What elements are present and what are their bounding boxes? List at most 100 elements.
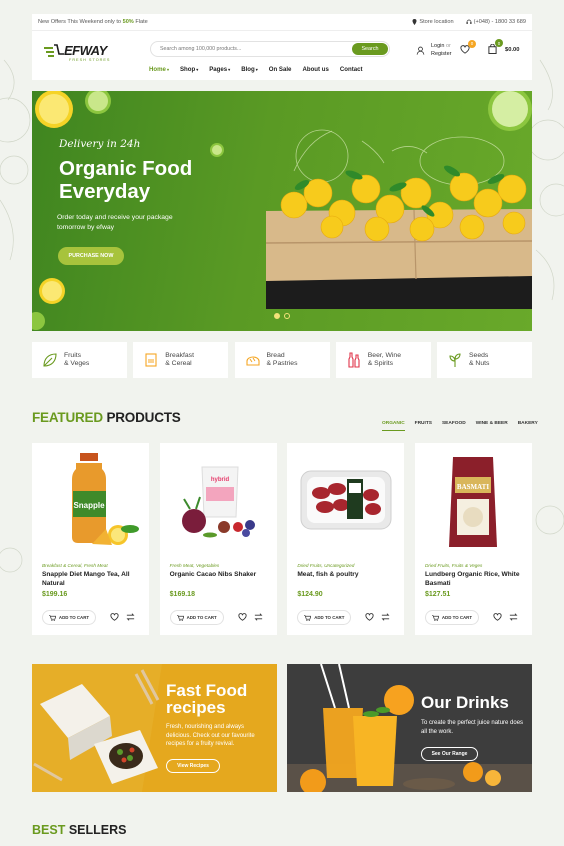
promo-title: Fast Food recipes	[166, 681, 248, 717]
purchase-now-button[interactable]: PURCHASE NOW	[58, 247, 124, 265]
category-bread-pastries[interactable]: Bread & Pastries	[234, 342, 330, 378]
tab-fruits[interactable]: FRUITS	[415, 421, 432, 431]
promo-text: Fresh, nourishing and always delicious. …	[166, 724, 255, 747]
add-to-cart-button[interactable]: ADD TO CART	[169, 610, 224, 625]
promo-title: Our Drinks	[421, 693, 509, 712]
bottles-icon	[348, 352, 360, 368]
cereal-box-icon	[145, 353, 157, 367]
svg-text:hybrid: hybrid	[210, 477, 229, 483]
hero-banner: Delivery in 24h Organic Food Everyday Or…	[32, 91, 532, 331]
product-category[interactable]: Fresh Meat, Vegetables	[170, 563, 220, 568]
hero-title: Organic Food Everyday	[59, 157, 193, 203]
slider-dot[interactable]	[274, 313, 280, 319]
login-link[interactable]: Login	[431, 43, 444, 49]
product-category[interactable]: Dried Fruits, Fruits & Veges	[425, 563, 482, 568]
main-nav: Home▾ Shop▾ Pages▾ Blog▾ On Sale About u…	[149, 66, 363, 73]
category-beer-wine-spirits[interactable]: Beer, Wine & Spirits	[335, 342, 431, 378]
slider-dot[interactable]	[284, 313, 290, 319]
product-name[interactable]: Lundberg Organic Rice, White Basmati	[425, 571, 525, 588]
see-our-range-button[interactable]: See Our Range	[421, 747, 478, 761]
promo-fast-food[interactable]: Fast Food recipes Fresh, nourishing and …	[32, 664, 277, 792]
product-grid: Snapple Breakfast & Cereal, Fresh Meat S…	[32, 443, 532, 635]
cart-icon	[176, 614, 184, 621]
compare-icon[interactable]	[126, 613, 135, 621]
logo-cart-icon	[44, 43, 64, 57]
logo[interactable]: EFWAY FRESH STORES	[44, 43, 109, 62]
slider-dots	[274, 313, 290, 319]
register-link[interactable]: Register	[431, 51, 451, 57]
cart-icon	[48, 614, 56, 621]
best-sellers-title: BEST SELLERS	[32, 823, 127, 837]
product-price: $169.18	[169, 591, 195, 598]
product-price: $199.16	[42, 591, 68, 598]
category-breakfast-cereal[interactable]: Breakfast & Cereal	[133, 342, 229, 378]
nav-blog[interactable]: Blog▾	[241, 66, 258, 73]
wishlist-button[interactable]: 0	[460, 39, 476, 56]
add-to-cart-button[interactable]: ADD TO CART	[424, 610, 479, 625]
product-image-snapple[interactable]: Snapple	[32, 449, 149, 553]
category-strip: Fruits & Veges Breakfast & Cereal Bread & P…	[32, 342, 532, 378]
view-recipes-button[interactable]: View Recipes	[166, 759, 220, 773]
add-to-cart-button[interactable]: ADD TO CART	[42, 610, 96, 625]
product-name[interactable]: Meat, fish & poultry	[297, 571, 397, 580]
promo-our-drinks[interactable]: Our Drinks To create the perfect juice n…	[287, 664, 532, 792]
add-to-cart-button[interactable]: ADD TO CART	[297, 610, 352, 625]
tab-organic[interactable]: ORGANIC	[382, 421, 405, 431]
location-pin-icon	[412, 19, 417, 25]
featured-tabs: ORGANIC FRUITS SEAFOOD WINE & BEER BAKER…	[382, 421, 538, 431]
tab-wine-beer[interactable]: WINE & BEER	[476, 421, 508, 431]
nav-pages[interactable]: Pages▾	[209, 66, 230, 73]
product-image-basmati-rice[interactable]: BASMATI	[415, 449, 532, 553]
cart-icon	[431, 614, 439, 621]
nav-on-sale[interactable]: On Sale	[269, 66, 292, 73]
cart-total: $0.00	[505, 47, 520, 53]
category-seeds-nuts[interactable]: Seeds & Nuts	[437, 342, 532, 378]
svg-text:Snapple: Snapple	[73, 501, 105, 510]
wishlist-heart-icon[interactable]	[110, 613, 119, 621]
product-name[interactable]: Snapple Diet Mango Tea, All Natural	[42, 571, 142, 588]
product-price: $127.51	[424, 591, 451, 598]
search-button[interactable]: Search	[352, 43, 388, 55]
product-card[interactable]: BASMATI Dried Fruits, Fruits & Veges Lun…	[414, 443, 532, 635]
nav-contact[interactable]: Contact	[340, 66, 363, 73]
hero-kicker: Delivery in 24h	[59, 138, 141, 150]
hero-illustration	[32, 91, 532, 330]
wishlist-heart-icon[interactable]	[493, 613, 502, 621]
bread-icon	[245, 356, 260, 366]
product-image-meat-pack[interactable]	[287, 449, 404, 553]
wishlist-count-badge: 0	[468, 39, 476, 48]
product-price: $124.90	[297, 591, 323, 598]
nav-about-us[interactable]: About us	[302, 66, 328, 73]
product-category[interactable]: Dried Fruits, Uncategorized	[297, 563, 354, 568]
nav-shop[interactable]: Shop▾	[180, 66, 198, 73]
product-image-cacao-nibs[interactable]: hybrid	[160, 449, 277, 553]
header: EFWAY FRESH STORES Search Login or Regis…	[32, 30, 532, 80]
tab-bakery[interactable]: BAKERY	[518, 421, 538, 431]
account-link[interactable]: Login or Register	[416, 42, 451, 58]
hero-text: Order today and receive your package tom…	[57, 214, 173, 231]
product-card[interactable]: hybrid Fresh Meat, Vegetables Organic Ca…	[159, 443, 277, 635]
search-input[interactable]	[151, 46, 352, 52]
category-fruits-veges[interactable]: Fruits & Veges	[32, 342, 127, 378]
promo-text: To create the perfect juice nature does …	[421, 720, 524, 735]
promo-banners: Fast Food recipes Fresh, nourishing and …	[32, 664, 532, 792]
offer-text: New Offers This Weekend only to 50% Flat…	[38, 19, 148, 25]
wishlist-heart-icon[interactable]	[238, 613, 247, 621]
nav-home[interactable]: Home▾	[149, 66, 169, 73]
compare-icon[interactable]	[254, 613, 263, 621]
cart-icon	[304, 614, 312, 621]
product-name[interactable]: Organic Cacao Nibs Shaker	[170, 571, 270, 580]
product-card[interactable]: Dried Fruits, Uncategorized Meat, fish &…	[287, 443, 405, 635]
compare-icon[interactable]	[381, 613, 390, 621]
compare-icon[interactable]	[509, 613, 518, 621]
tab-seafood[interactable]: SEAFOOD	[442, 421, 466, 431]
product-card[interactable]: Snapple Breakfast & Cereal, Fresh Meat S…	[32, 443, 149, 635]
leaf-icon	[43, 353, 57, 367]
wishlist-heart-icon[interactable]	[365, 613, 374, 621]
svg-text:BASMATI: BASMATI	[457, 483, 489, 491]
phone-number[interactable]: (+048) - 1800 33 689	[466, 19, 526, 25]
product-category[interactable]: Breakfast & Cereal, Fresh Meat	[42, 563, 108, 568]
top-bar: New Offers This Weekend only to 50% Flat…	[32, 14, 532, 30]
store-location-link[interactable]: Store location	[412, 19, 454, 25]
cart-button[interactable]: 0 $0.00	[488, 39, 520, 56]
